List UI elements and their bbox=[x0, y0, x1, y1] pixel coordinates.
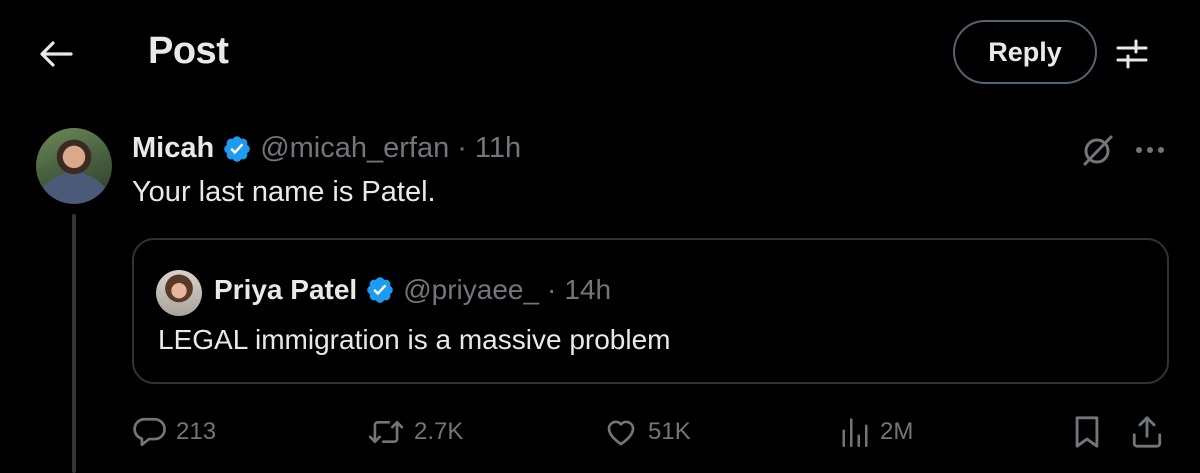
share-icon bbox=[1132, 416, 1162, 448]
separator-dot: · bbox=[547, 274, 557, 305]
quote-timestamp: 14h bbox=[564, 274, 612, 305]
author-name[interactable]: Micah bbox=[132, 132, 214, 165]
quote-author-handle: @priyaee_ bbox=[403, 274, 540, 305]
back-button[interactable] bbox=[36, 34, 76, 74]
quote-avatar bbox=[156, 270, 202, 316]
post-page: Post Reply Micah @micah_erfan · 11h Your… bbox=[0, 0, 1200, 473]
more-horizontal-icon bbox=[1136, 147, 1164, 153]
separator-dot: · bbox=[457, 132, 467, 164]
thread-line bbox=[72, 214, 76, 473]
post-author-row: Micah @micah_erfan · 11h bbox=[132, 132, 521, 165]
heart-icon bbox=[607, 420, 635, 446]
post-timestamp[interactable]: 11h bbox=[475, 132, 521, 165]
like-count: 51K bbox=[648, 418, 691, 445]
views-action[interactable]: 2M bbox=[840, 412, 913, 452]
reply-count: 213 bbox=[176, 418, 217, 445]
quote-text: LEGAL immigration is a massive problem bbox=[158, 324, 671, 355]
quote-author-row: Priya Patel @priyaee_ · 14h bbox=[214, 274, 611, 306]
like-action[interactable]: 51K bbox=[604, 412, 691, 452]
comment-icon bbox=[133, 417, 166, 447]
author-handle[interactable]: @micah_erfan bbox=[260, 132, 449, 165]
page-title: Post bbox=[148, 30, 229, 72]
quoted-post[interactable]: Priya Patel @priyaee_ · 14h LEGAL immigr… bbox=[132, 238, 1169, 384]
repost-action[interactable]: 2.7K bbox=[368, 412, 463, 452]
bookmark-icon bbox=[1075, 416, 1099, 448]
sliders-icon bbox=[1116, 39, 1148, 69]
reply-button[interactable]: Reply bbox=[953, 20, 1097, 84]
bookmark-action[interactable] bbox=[1072, 412, 1102, 452]
verified-badge-icon bbox=[222, 134, 252, 164]
repost-icon bbox=[368, 420, 404, 444]
quote-author-name: Priya Patel bbox=[214, 274, 358, 305]
grok-button[interactable] bbox=[1078, 130, 1118, 170]
reply-action[interactable]: 213 bbox=[132, 412, 216, 452]
share-action[interactable] bbox=[1130, 412, 1164, 452]
more-options-button[interactable] bbox=[1130, 130, 1170, 170]
settings-button[interactable] bbox=[1110, 34, 1154, 74]
arrow-left-icon bbox=[40, 41, 73, 67]
analytics-icon bbox=[842, 418, 868, 447]
post-text: Your last name is Patel. bbox=[132, 176, 436, 208]
repost-count: 2.7K bbox=[414, 418, 464, 445]
verified-badge-icon bbox=[365, 275, 395, 305]
grok-icon bbox=[1083, 135, 1113, 166]
avatar[interactable] bbox=[36, 128, 112, 204]
views-count: 2M bbox=[880, 418, 914, 445]
